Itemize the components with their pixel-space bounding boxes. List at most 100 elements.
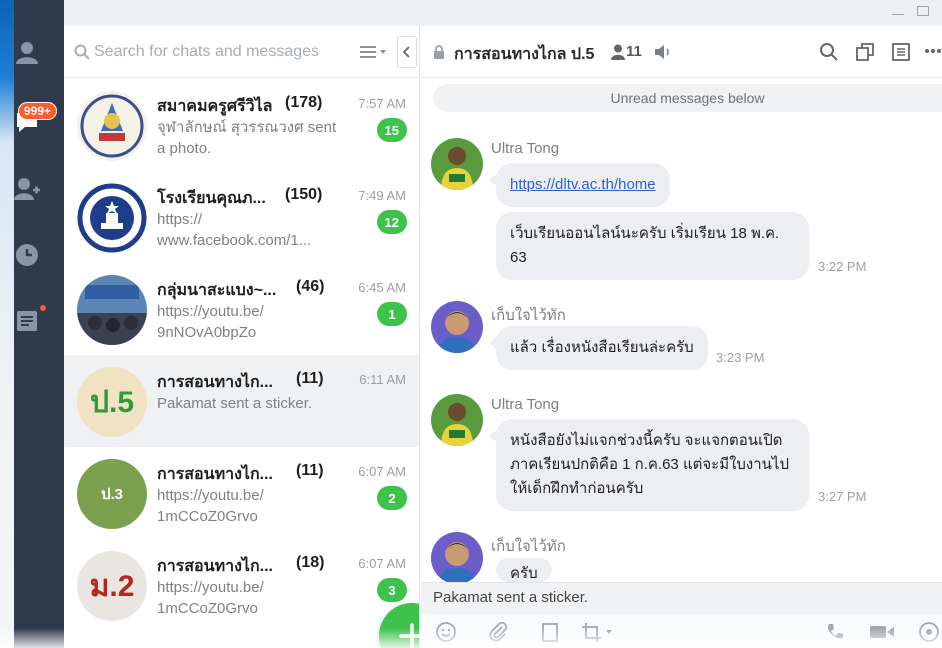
unread-count-badge: 3 [377, 578, 407, 602]
person-icon [16, 42, 38, 64]
chat-list-item[interactable]: สมาคมครูศรีวิไล (178) 7:57 AM จุฬาลักษณ์… [64, 79, 419, 171]
chat-list-item[interactable]: โรงเรียนคุณภ... (150) 7:49 AM https:// w… [64, 171, 419, 263]
message-bubble: หนังสือยังไม่แจกช่วงนี้ครับ จะแจกตอนเปิด… [489, 419, 809, 511]
rail-item-add-friends[interactable] [14, 176, 40, 202]
notes-icon[interactable] [891, 42, 911, 62]
rail-item-history[interactable] [14, 242, 40, 268]
add-friend-icon [14, 178, 40, 200]
chat-member-count: (150) [285, 186, 323, 203]
sender-avatar[interactable] [431, 138, 483, 190]
unread-count-badge: 1 [377, 302, 407, 326]
message-text: หนังสือยังไม่แจกช่วงนี้ครับ จะแจกตอนเปิด… [510, 432, 789, 497]
chat-preview: https://youtu.be/ 9nNOvA0bpZo [157, 303, 264, 341]
maximize-button[interactable] [917, 6, 929, 16]
chat-list-item-active[interactable]: ป.5 การสอนทางไก... (11) 6:11 AM Pakamat … [64, 355, 419, 447]
chat-avatar: ป.5 [77, 367, 147, 437]
chat-time: 6:11 AM [359, 372, 406, 387]
chat-room-pane: การสอนทางไกล ป.5 11 Unread messages belo… [421, 26, 942, 648]
chat-preview: จุฬาลักษณ์ สุวรรณวงศ sent a photo. [157, 119, 337, 157]
message-bubble: เว็บเรียนออนไลน์นะครับ เริ่มเรียน 18 พ.ค… [496, 212, 809, 280]
unread-divider: Unread messages below [433, 84, 942, 112]
chat-preview: https://youtu.be/ 1mCCoZ0Grvo [157, 487, 264, 525]
chat-avatar: ม.2 [77, 551, 147, 621]
message-text: เว็บเรียนออนไลน์นะครับ เริ่มเรียน 18 พ.ค… [510, 225, 780, 266]
unread-badge: 999+ [18, 102, 58, 120]
sender-name: Ultra Tong [491, 140, 560, 157]
avatar-label: ป.5 [89, 385, 135, 419]
collapse-list-button[interactable] [397, 36, 417, 68]
message-bubble: https://dltv.ac.th/home [489, 163, 670, 207]
message-time: 3:22 PM [818, 259, 867, 274]
sender-avatar[interactable] [431, 301, 483, 353]
timeline-notification-dot [40, 305, 46, 311]
chat-member-count: (46) [296, 278, 325, 295]
chat-time: 6:07 AM [358, 464, 406, 479]
message-bubble: แล้ว เรื่องหนังสือเรียนล่ะครับ [489, 326, 708, 370]
chat-avatar [77, 183, 147, 253]
plus-icon [399, 623, 419, 648]
rail-item-timeline[interactable] [14, 308, 40, 334]
title-bar [14, 0, 942, 26]
sender-name: Ultra Tong [491, 396, 560, 413]
copy-window-icon[interactable] [855, 42, 875, 62]
message-toolbar [421, 614, 942, 648]
lock-icon [434, 45, 444, 59]
rail-item-friends[interactable] [14, 40, 40, 66]
chat-member-count: (11) [296, 462, 324, 479]
member-count[interactable]: 11 [626, 43, 642, 60]
attach-icon[interactable] [487, 621, 509, 643]
chat-preview: https://youtu.be/ 1mCCoZ0Grvo [157, 579, 264, 617]
members-icon[interactable] [611, 44, 625, 60]
sender-name: เก็บใจไว้ทัก [491, 538, 566, 555]
sticker-icon[interactable] [918, 621, 940, 643]
chevron-left-icon [403, 46, 410, 58]
speaker-icon[interactable] [654, 44, 672, 60]
search-chat-icon[interactable] [819, 42, 839, 62]
message-text: ครับ [510, 565, 538, 582]
chat-member-count: (11) [296, 370, 324, 387]
message-bubble: ครับ [496, 558, 552, 582]
search-input[interactable] [94, 40, 354, 64]
avatar-label: ม.2 [89, 569, 135, 603]
sender-name: เก็บใจไว้ทัก [491, 307, 566, 324]
nav-rail: 999+ [14, 0, 64, 648]
unread-count-badge: 2 [377, 486, 407, 510]
chat-preview: https:// www.facebook.com/1... [157, 211, 312, 249]
chat-list-item[interactable]: กลุ่มนาสะแบง~... (46) 6:45 AM https://yo… [64, 263, 419, 355]
chat-time: 6:45 AM [358, 280, 406, 295]
chat-header: การสอนทางไกล ป.5 11 [421, 26, 942, 78]
chat-preview: Pakamat sent a sticker. [157, 395, 313, 412]
timeline-icon [17, 311, 37, 331]
clock-icon [16, 244, 38, 266]
chat-avatar: ป.3 [77, 459, 147, 529]
unread-count-badge: 12 [376, 210, 407, 234]
chat-time: 7:49 AM [358, 188, 406, 203]
call-icon[interactable] [824, 621, 846, 643]
video-call-icon[interactable] [868, 621, 896, 643]
chat-list-item[interactable]: ม.2 การสอนทางไก... (18) 6:07 AM https://… [64, 539, 419, 631]
avatar-label: ป.3 [100, 486, 124, 503]
message-link[interactable]: https://dltv.ac.th/home [510, 176, 656, 193]
last-message-preview[interactable]: Pakamat sent a sticker. [421, 582, 942, 614]
chat-avatar [77, 91, 147, 161]
chat-member-count: (18) [296, 554, 325, 571]
message-time: 3:23 PM [716, 350, 765, 365]
chat-member-count: (178) [285, 94, 323, 111]
message-text: แล้ว เรื่องหนังสือเรียนล่ะครับ [510, 339, 694, 356]
sender-avatar[interactable] [431, 532, 483, 584]
emoji-icon[interactable] [435, 621, 457, 643]
chat-list-item[interactable]: ป.3 การสอนทางไก... (11) 6:07 AM https://… [64, 447, 419, 539]
chat-avatar [77, 275, 147, 345]
chat-time: 6:07 AM [358, 556, 406, 571]
file-icon[interactable] [539, 621, 561, 643]
minimize-button[interactable] [892, 6, 904, 15]
chat-time: 7:57 AM [358, 96, 406, 111]
message-time: 3:27 PM [818, 489, 867, 504]
more-options-icon[interactable] [924, 48, 942, 54]
unread-count-badge: 15 [376, 118, 407, 142]
sender-avatar[interactable] [431, 394, 483, 446]
sort-menu-icon[interactable] [360, 44, 388, 60]
screenshot-icon[interactable] [581, 621, 615, 643]
search-bar [64, 26, 419, 78]
room-title: การสอนทางไกล ป.5 [454, 46, 595, 63]
